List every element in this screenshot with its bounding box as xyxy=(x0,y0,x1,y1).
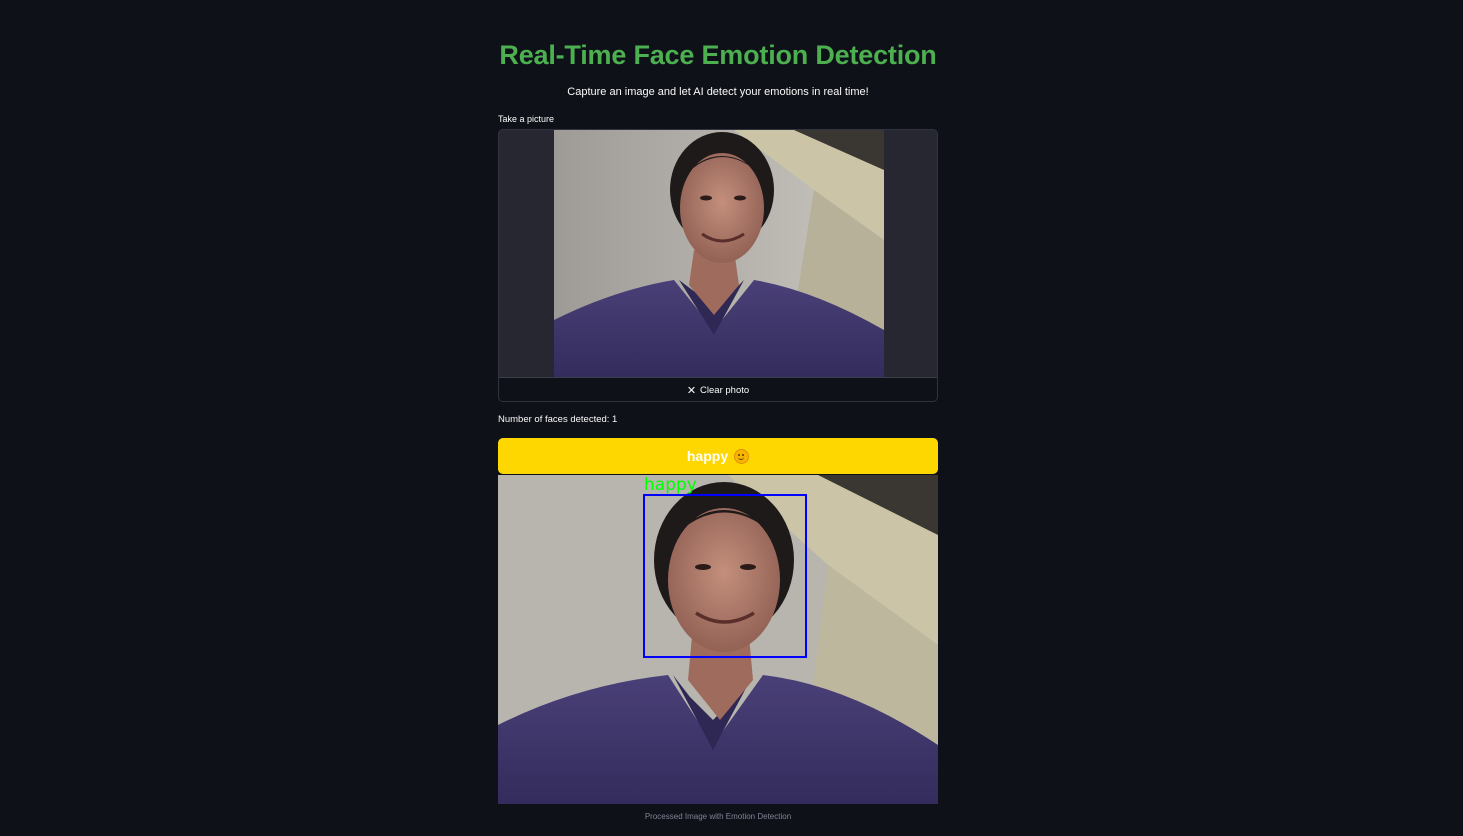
faces-detected-text: Number of faces detected: 1 xyxy=(498,414,618,425)
clear-photo-button[interactable]: ✕ Clear photo xyxy=(499,377,937,401)
processed-image: happy xyxy=(498,475,938,804)
emotion-label: happy xyxy=(686,448,729,464)
camera-input[interactable]: ✕ Clear photo xyxy=(498,129,938,402)
page-subtitle: Capture an image and let AI detect your … xyxy=(567,86,869,98)
camera-input-label: Take a picture xyxy=(498,114,555,124)
smiling-face-icon xyxy=(734,448,750,464)
captured-photo xyxy=(554,130,884,377)
close-icon: ✕ xyxy=(686,384,697,397)
emotion-result-banner: happy xyxy=(498,438,938,474)
face-box-label: happy xyxy=(644,475,697,495)
clear-photo-label: Clear photo xyxy=(700,384,750,396)
page-title: Real-Time Face Emotion Detection xyxy=(499,40,937,70)
image-caption: Processed Image with Emotion Detection xyxy=(644,812,792,821)
